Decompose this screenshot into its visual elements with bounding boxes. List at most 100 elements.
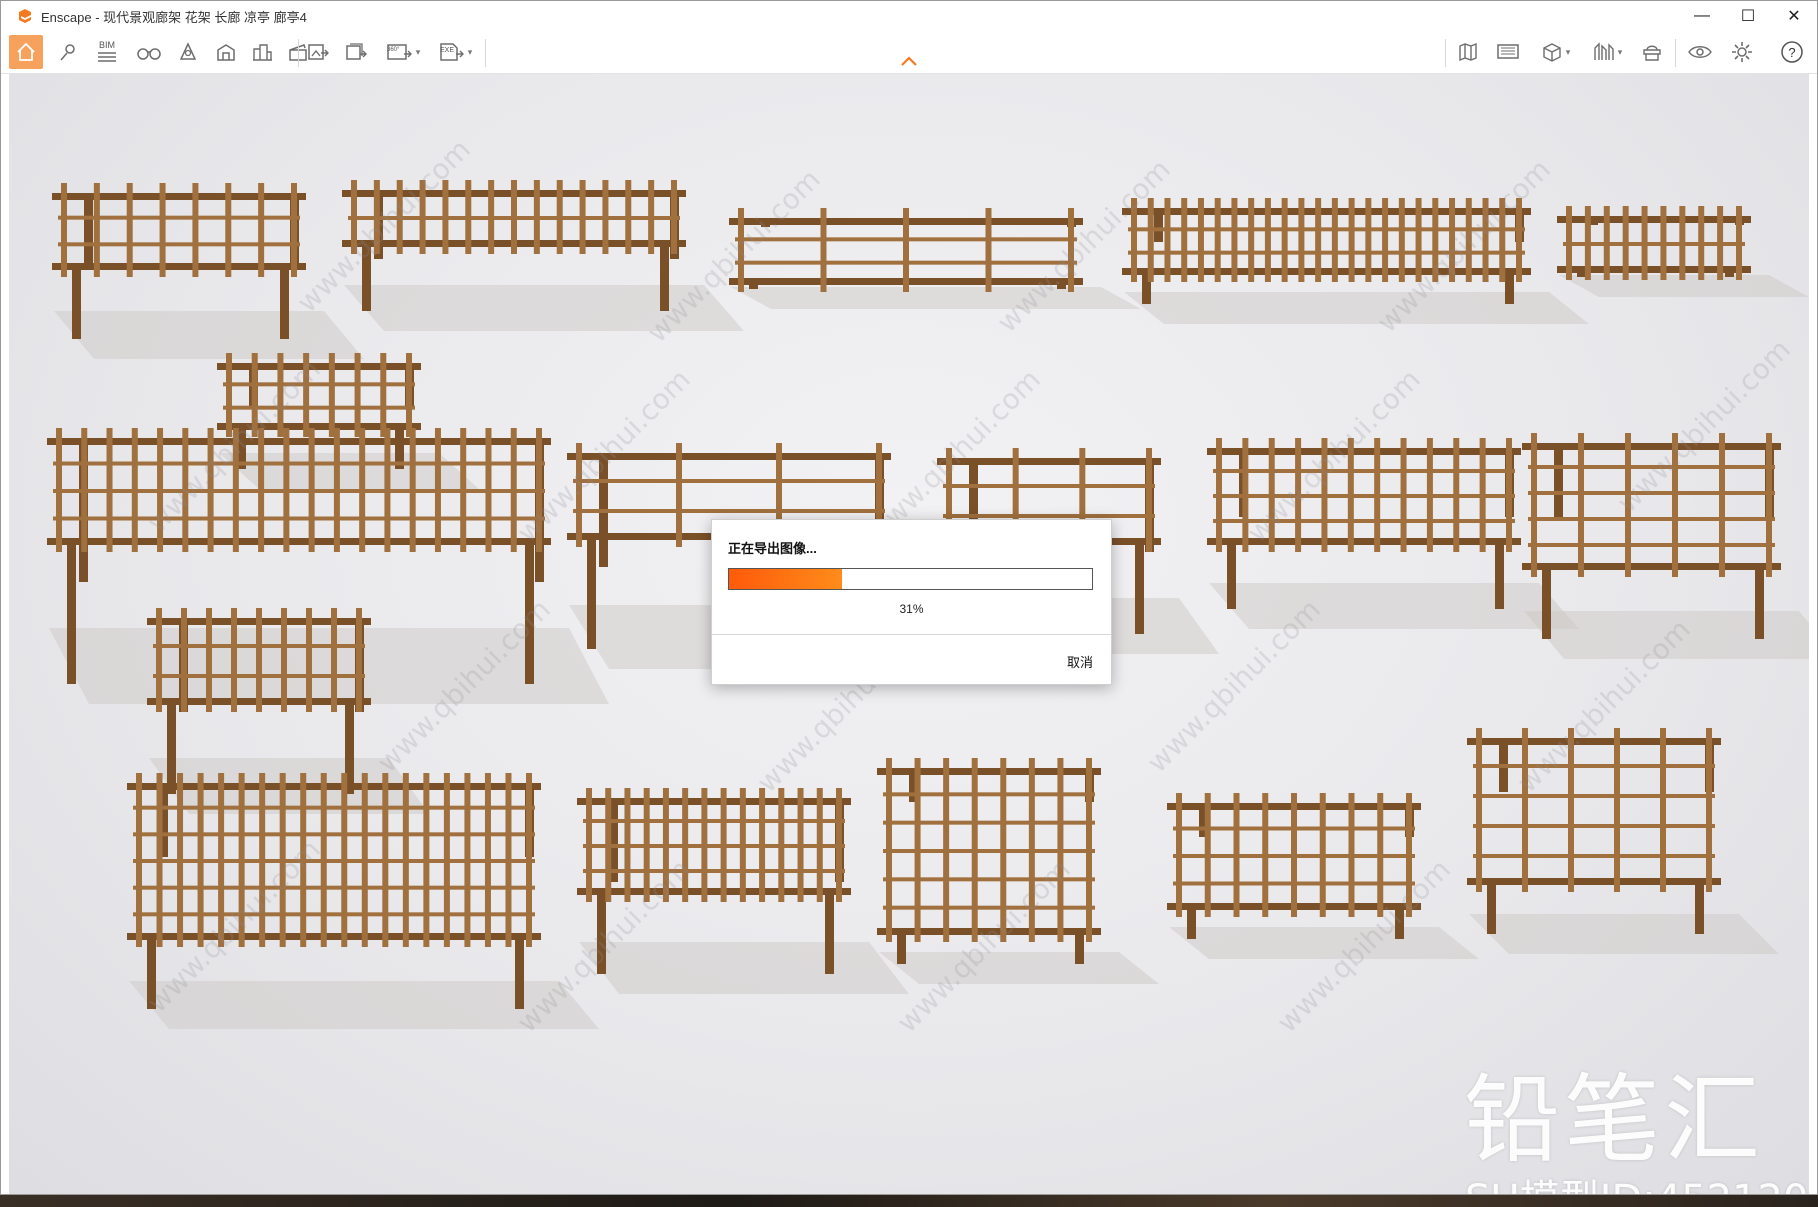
pergola-7-purlin xyxy=(53,489,545,493)
pergola-17-purlin xyxy=(1473,854,1715,858)
cube-view-icon xyxy=(1543,43,1561,62)
pergola-6-rafter xyxy=(354,353,361,437)
screenshot-export-icon xyxy=(308,44,329,60)
pergola-7-purlin xyxy=(53,461,545,466)
pergola-4-rafter xyxy=(1214,198,1221,282)
pergola-4-rafter xyxy=(1365,198,1372,282)
maximize-button[interactable]: ☐ xyxy=(1725,1,1771,31)
pergola-8-purlin xyxy=(153,644,365,648)
batch-render-button[interactable] xyxy=(341,35,371,69)
render-image-button[interactable] xyxy=(303,35,333,69)
chevron-down-icon: ▾ xyxy=(415,46,421,57)
site-context-button[interactable] xyxy=(247,35,277,69)
collapse-toolbar-icon[interactable] xyxy=(900,55,918,67)
pergola-16-post xyxy=(1187,909,1196,939)
pergola-16-purlin xyxy=(1173,881,1415,886)
pergola-1-rafter xyxy=(61,183,67,277)
pergola-8-rafter xyxy=(206,608,212,712)
chevron-down-icon: ▾ xyxy=(467,46,473,57)
exe-export-button[interactable]: EXE ▾ xyxy=(433,35,477,69)
pergola-6-rafter xyxy=(406,353,412,437)
pergola-1-post xyxy=(72,269,81,339)
panorama-render-button[interactable]: 360° ▾ xyxy=(381,35,425,69)
pergola-4-shadow xyxy=(1124,292,1589,324)
views-button[interactable] xyxy=(133,35,165,69)
pergola-15-post xyxy=(897,934,906,964)
pergola-12-purlin xyxy=(1528,543,1775,547)
pergola-1-rafter xyxy=(93,183,100,277)
pergola-7-post xyxy=(67,544,76,684)
toolbar-separator xyxy=(298,39,299,67)
location-button[interactable] xyxy=(53,35,83,69)
pergola-14-beam xyxy=(577,798,851,805)
help-button[interactable]: ? xyxy=(1777,35,1807,69)
pergola-3-purlin xyxy=(735,237,1077,242)
close-button[interactable]: ✕ xyxy=(1771,1,1817,31)
pergola-4-rafter xyxy=(1382,198,1389,282)
progress-fill xyxy=(729,569,842,589)
panorama-label: 360° xyxy=(387,47,400,53)
pergola-15-purlin xyxy=(883,905,1095,910)
pergola-3-purlin xyxy=(735,260,1077,265)
pergola-8-rafter xyxy=(331,608,337,712)
pergola-4-rafter xyxy=(1398,198,1405,282)
window-view-button[interactable] xyxy=(1493,35,1523,69)
monitor-icon xyxy=(1497,44,1519,59)
toolbar-separator xyxy=(1675,39,1676,67)
pergola-14-purlin xyxy=(583,819,845,823)
views-dropdown-button[interactable]: ▾ xyxy=(1533,35,1577,69)
pergola-10-purlin xyxy=(943,514,1155,518)
bim-icon: BIM xyxy=(98,40,115,50)
pergola-15-beam xyxy=(877,768,1101,775)
settings-button[interactable] xyxy=(1727,35,1757,69)
main-toolbar: BIM 360° ▾ EXE ▾ ▾ ▾ ? xyxy=(1,31,1817,74)
map-button[interactable] xyxy=(1453,35,1483,69)
enscape-window: Enscape - 现代景观廊架 花架 长廊 凉亭 廊亭4 — ☐ ✕ BIM xyxy=(0,0,1818,1195)
pergola-1-post xyxy=(84,197,93,267)
pergola-1-purlin xyxy=(58,215,300,220)
visual-settings-button[interactable] xyxy=(1685,35,1715,69)
pergola-9-post xyxy=(587,539,596,649)
pergola-1-post xyxy=(280,269,289,339)
pergola-14-beam xyxy=(577,888,851,895)
pergola-11-post xyxy=(1495,544,1504,609)
section-dropdown-button[interactable]: ▾ xyxy=(1585,35,1629,69)
pergola-13-purlin xyxy=(133,859,535,863)
pergola-14-shadow xyxy=(579,942,909,994)
model-id-watermark: SU模型ID:452120 xyxy=(1465,1180,1808,1194)
pergola-13-purlin xyxy=(133,832,535,837)
pergola-8-rafter xyxy=(181,608,187,712)
toolbar-separator xyxy=(485,39,486,67)
pergola-4-post xyxy=(1154,212,1163,242)
pergola-8-post xyxy=(167,704,176,794)
upload-button[interactable] xyxy=(1637,35,1667,69)
pergola-4-rafter xyxy=(1298,198,1305,282)
home-button[interactable] xyxy=(9,35,43,69)
pergola-11-purlin xyxy=(1213,469,1515,473)
cloud-stack-icon xyxy=(1643,45,1661,61)
chevron-down-icon: ▾ xyxy=(1617,46,1623,57)
pergola-7-purlin xyxy=(53,516,545,521)
bim-lines-icon xyxy=(98,52,116,62)
light-button[interactable] xyxy=(173,35,203,69)
pergola-4-rafter xyxy=(1197,198,1204,282)
pergola-17-rafter xyxy=(1660,728,1666,892)
asset-library-button[interactable] xyxy=(211,35,241,69)
pergola-15-shadow xyxy=(879,952,1159,984)
pergola-10-rafter xyxy=(1146,448,1152,552)
location-pin-icon xyxy=(60,44,75,61)
pergola-8-rafter xyxy=(281,608,287,712)
pergola-4-rafter xyxy=(1315,198,1322,282)
pergola-17-rafter xyxy=(1614,728,1620,892)
bim-button[interactable]: BIM xyxy=(91,35,123,69)
pergola-4-post xyxy=(1505,274,1514,304)
pergola-17-shadow xyxy=(1469,914,1779,954)
pergola-1-rafter xyxy=(159,183,166,277)
pergola-8-rafter xyxy=(231,608,237,712)
pergola-1-purlin xyxy=(58,242,300,247)
cancel-button[interactable]: 取消 xyxy=(1067,652,1093,671)
pergola-1-rafter xyxy=(258,183,265,277)
pergola-4-rafter xyxy=(1331,198,1338,282)
pergola-5-purlin xyxy=(1563,242,1745,246)
minimize-button[interactable]: — xyxy=(1679,1,1725,31)
